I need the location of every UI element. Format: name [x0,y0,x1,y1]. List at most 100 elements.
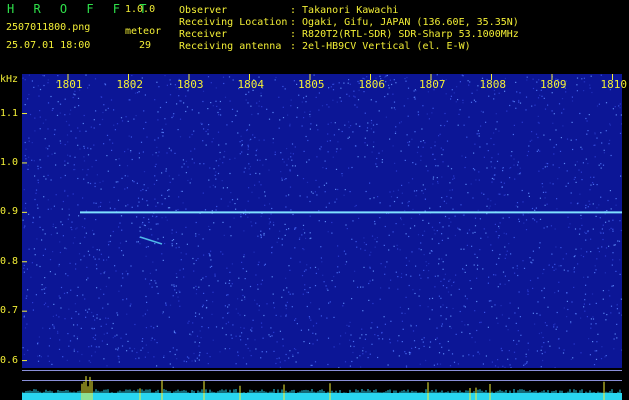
noise-speck [566,170,568,172]
noise-speck [378,110,380,112]
noise-speck [393,79,395,81]
noise-speck [114,208,116,210]
noise-speck [365,334,367,336]
noise-speck [237,298,239,300]
noise-speck [554,323,556,325]
noise-speck [394,108,396,111]
noise-speck [196,288,198,291]
noise-speck [157,119,159,121]
noise-speck [543,97,545,99]
noise-speck [66,359,68,361]
noise-speck [410,275,412,277]
noise-speck [340,335,342,337]
noise-speck [127,274,129,276]
noise-speck [401,202,403,204]
noise-speck [400,276,402,278]
noise-speck [31,159,33,161]
noise-speck [541,353,543,355]
noise-speck [427,91,429,93]
noise-speck [351,166,353,169]
noise-speck [66,134,69,136]
noise-speck [504,246,506,248]
noise-speck [510,155,512,157]
noise-speck [183,163,185,165]
noise-speck [592,203,594,205]
noise-speck [22,347,24,349]
noise-speck [411,178,414,180]
noise-speck [272,111,274,114]
receiver-label: Receiver [179,29,228,40]
noise-speck [133,348,136,350]
noise-speck [601,346,603,348]
noise-speck [230,235,232,237]
noise-speck [217,280,219,282]
noise-speck [446,120,448,122]
noise-speck [616,308,618,310]
noise-speck [504,194,506,196]
noise-speck [477,351,479,353]
observer-label: Observer [179,5,228,16]
noise-speck [121,273,124,275]
noise-speck [210,259,212,261]
noise-speck [477,264,479,266]
noise-speck [497,286,499,288]
noise-speck [483,156,485,158]
noise-speck [211,141,213,143]
noise-speck [408,182,410,184]
noise-speck [212,301,214,303]
noise-speck [215,209,217,211]
noise-speck [306,161,308,163]
noise-speck [74,237,76,239]
noise-speck [307,291,309,294]
noise-speck [407,202,409,204]
noise-speck [214,273,216,275]
noise-speck [307,139,309,142]
noise-speck [193,352,195,355]
noise-speck [532,78,534,80]
noise-speck [285,314,287,316]
noise-speck [107,303,109,305]
noise-speck [57,75,59,77]
noise-speck [509,364,511,366]
noise-speck [571,100,574,102]
noise-speck [209,266,211,268]
noise-speck [89,182,92,185]
noise-speck [444,112,446,115]
noise-speck [36,264,38,266]
noise-speck [441,226,443,229]
noise-speck [373,131,375,133]
noise-speck [70,289,72,291]
noise-speck [79,242,81,244]
noise-speck [349,321,351,323]
noise-speck [96,346,98,348]
noise-speck [107,170,109,172]
noise-speck [291,306,293,308]
noise-speck [572,357,574,359]
noise-speck [366,127,369,129]
noise-speck [194,360,196,362]
noise-speck [190,178,192,180]
noise-speck [301,101,303,103]
noise-speck [473,264,475,266]
noise-speck [423,230,426,232]
noise-speck [437,275,439,277]
noise-speck [439,222,441,224]
noise-speck [534,323,536,325]
noise-speck [154,280,156,282]
noise-speck [506,110,508,112]
noise-speck [289,293,291,295]
noise-speck [290,156,292,158]
noise-speck [603,312,605,314]
noise-speck [114,335,116,337]
noise-speck [325,182,328,184]
noise-speck [251,330,253,332]
noise-speck [549,139,551,141]
noise-speck [592,316,594,318]
noise-speck [176,358,178,360]
noise-speck [59,251,61,254]
noise-speck [595,323,597,325]
noise-speck [441,176,443,178]
noise-speck [309,267,312,269]
noise-speck [150,279,152,281]
noise-speck [104,271,106,273]
